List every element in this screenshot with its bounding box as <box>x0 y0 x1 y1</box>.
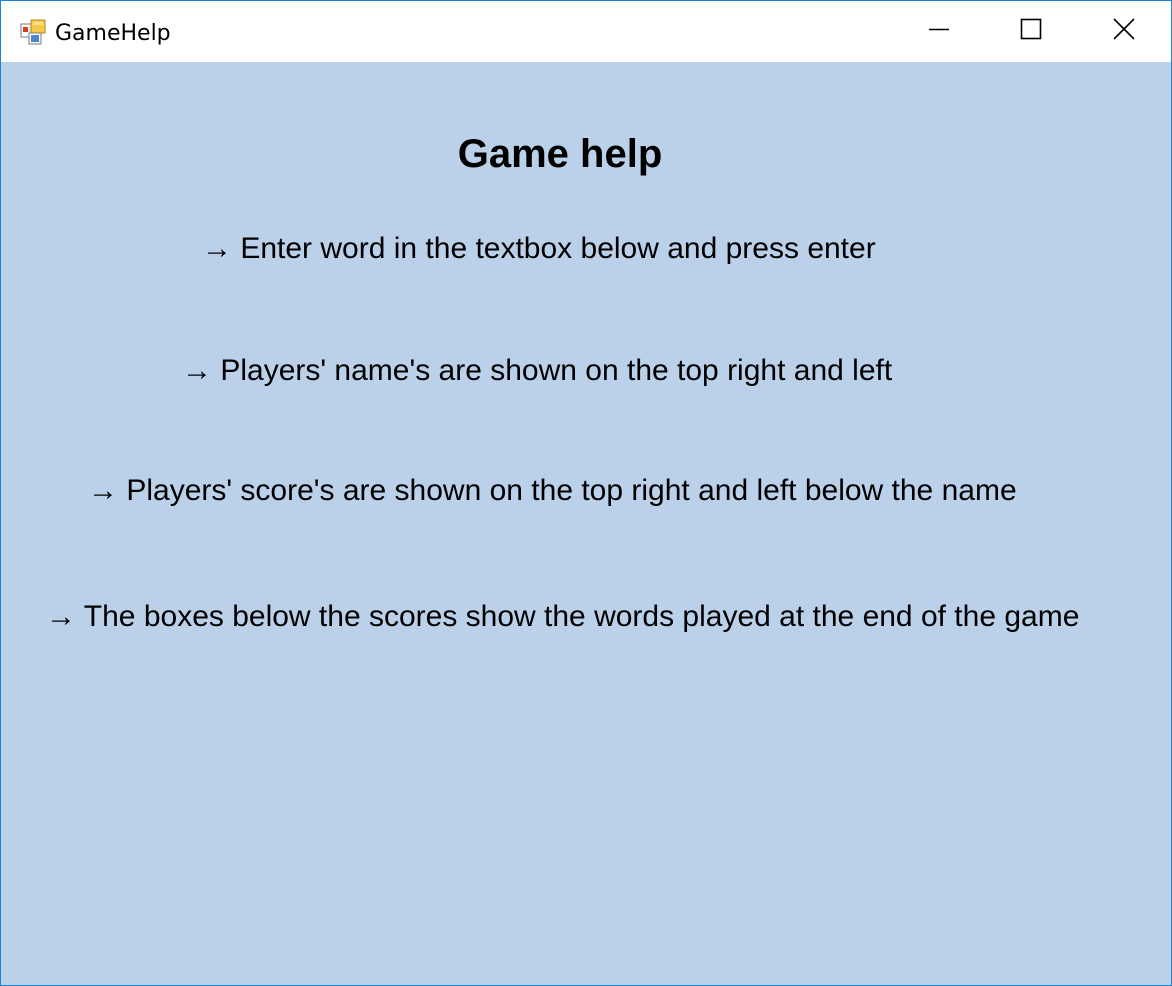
maximize-button[interactable] <box>985 1 1077 62</box>
minimize-icon <box>929 19 949 44</box>
help-line-player-names: → Players' name's are shown on the top r… <box>182 354 893 387</box>
close-icon <box>1113 18 1135 45</box>
maximize-icon <box>1020 18 1042 45</box>
close-button[interactable] <box>1077 1 1171 62</box>
help-panel: Game help → Enter word in the textbox be… <box>1 62 1171 985</box>
window-title: GameHelp <box>55 21 171 46</box>
title-bar[interactable]: GameHelp <box>1 1 1171 62</box>
app-icon[interactable] <box>20 19 48 47</box>
help-line-player-scores: → Players' score's are shown on the top … <box>88 474 1017 507</box>
help-line-enter-word: → Enter word in the textbox below and pr… <box>202 232 876 265</box>
minimize-button[interactable] <box>893 1 985 62</box>
help-line-words-played: → The boxes below the scores show the wo… <box>46 600 1080 633</box>
help-heading: Game help <box>457 132 663 176</box>
gamehelp-window: GameHelp Game help → Enter word in the t… <box>0 0 1172 986</box>
